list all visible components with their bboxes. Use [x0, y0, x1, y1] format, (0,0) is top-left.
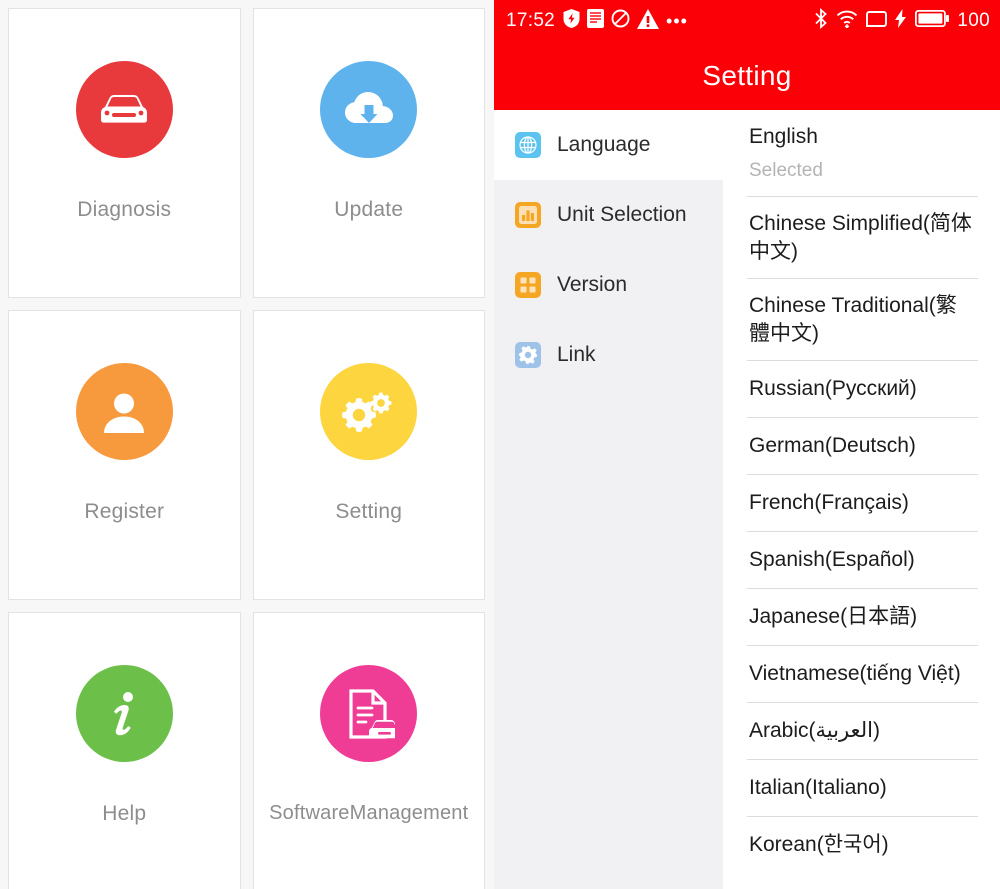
tile-label: Register: [84, 500, 165, 523]
tile-label: Update: [334, 198, 404, 221]
sidebar-item-label: Link: [557, 343, 596, 366]
language-name: French(Français): [749, 491, 909, 514]
tile-help[interactable]: Help: [8, 612, 241, 889]
list-item-language[interactable]: Arabic(العربية): [747, 703, 978, 760]
tile-update[interactable]: Update: [252, 8, 485, 298]
more-dots-icon: •••: [666, 11, 688, 31]
tile-label: Setting: [335, 500, 403, 523]
language-name: Spanish(Español): [749, 548, 915, 571]
info-icon: [75, 665, 173, 762]
document-car-icon: [320, 665, 418, 762]
status-bar-left: 17:52 •••: [506, 8, 688, 34]
screen: Diagnosis Update Register Setting Help S…: [0, 0, 1000, 889]
sidebar-item-label: Version: [557, 273, 628, 296]
list-item-language[interactable]: Chinese Simplified(简体中文): [747, 197, 978, 279]
language-name: Japanese(日本語): [749, 605, 918, 628]
settings-sidebar: Language Unit Selection Version Link: [494, 110, 723, 889]
language-name: Chinese Simplified(简体中文): [749, 212, 972, 263]
language-name: English: [749, 125, 818, 148]
list-item-language[interactable]: Japanese(日本語): [747, 589, 978, 646]
list-item-language[interactable]: Korean(한국어): [747, 817, 978, 873]
sidebar-item-unit-selection[interactable]: Unit Selection: [494, 180, 723, 250]
gears-icon: [320, 363, 418, 460]
tile-setting[interactable]: Setting: [252, 310, 485, 600]
sidebar-item-link[interactable]: Link: [494, 320, 723, 390]
language-name: Vietnamese(tiếng Việt): [749, 662, 961, 685]
user-icon: [75, 363, 173, 460]
battery-icon: [915, 9, 950, 32]
wifi-icon: [836, 9, 858, 33]
sidebar-item-label: Language: [557, 133, 651, 156]
list-item-language[interactable]: Vietnamese(tiếng Việt): [747, 646, 978, 703]
language-name: Russian(Русский): [749, 377, 917, 400]
tile-label: Diagnosis: [77, 198, 172, 221]
list-item-language[interactable]: English Selected: [747, 110, 978, 197]
status-bar: 17:52 ••• 100: [494, 0, 1000, 42]
sidebar-item-label: Unit Selection: [557, 203, 687, 226]
app-launcher-grid: Diagnosis Update Register Setting Help S…: [0, 0, 494, 889]
sidebar-item-language[interactable]: Language: [494, 110, 723, 180]
list-item-language[interactable]: French(Français): [747, 475, 978, 532]
document-icon: [587, 9, 605, 33]
globe-icon: [515, 132, 541, 158]
language-name: Arabic(العربية): [749, 719, 880, 742]
gear-icon: [515, 342, 541, 368]
language-selected-label: Selected: [749, 160, 823, 181]
app-title-bar: Setting: [494, 42, 1000, 110]
list-item-language[interactable]: German(Deutsch): [747, 418, 978, 475]
app-body: Language Unit Selection Version Link Eng…: [494, 110, 1000, 889]
block-icon: [611, 9, 630, 33]
list-item-language[interactable]: Italian(Italiano): [747, 760, 978, 817]
bluetooth-icon: [814, 7, 828, 34]
language-name: Italian(Italiano): [749, 776, 887, 799]
sim-icon: [866, 10, 888, 32]
tile-label: SoftwareManagement: [269, 802, 469, 824]
battery-level: 100: [957, 10, 990, 31]
warning-icon: [637, 8, 660, 34]
tile-diagnosis[interactable]: Diagnosis: [8, 8, 241, 298]
cloud-download-icon: [320, 61, 418, 158]
tile-software-management[interactable]: SoftwareManagement: [252, 612, 485, 889]
shield-icon: [563, 9, 580, 33]
bar-chart-icon: [515, 202, 541, 228]
sidebar-item-version[interactable]: Version: [494, 250, 723, 320]
language-name: Chinese Traditional(繁體中文): [749, 294, 957, 345]
setting-app: 17:52 ••• 100 Setting Language Unit Sele…: [494, 0, 1000, 889]
list-item-language[interactable]: Spanish(Español): [747, 532, 978, 589]
page-title: Setting: [702, 60, 792, 91]
language-name: German(Deutsch): [749, 434, 916, 457]
tile-register[interactable]: Register: [8, 310, 241, 600]
language-name: Korean(한국어): [749, 833, 889, 856]
language-list: English Selected Chinese Simplified(简体中文…: [723, 110, 1000, 889]
status-clock: 17:52: [506, 10, 556, 31]
car-icon: [75, 61, 173, 158]
list-item-language[interactable]: Russian(Русский): [747, 361, 978, 418]
charging-bolt-icon: [895, 9, 907, 33]
list-item-language[interactable]: Chinese Traditional(繁體中文): [747, 279, 978, 361]
status-bar-right: 100: [814, 7, 990, 34]
tile-label: Help: [102, 802, 147, 825]
grid-icon: [515, 272, 541, 298]
